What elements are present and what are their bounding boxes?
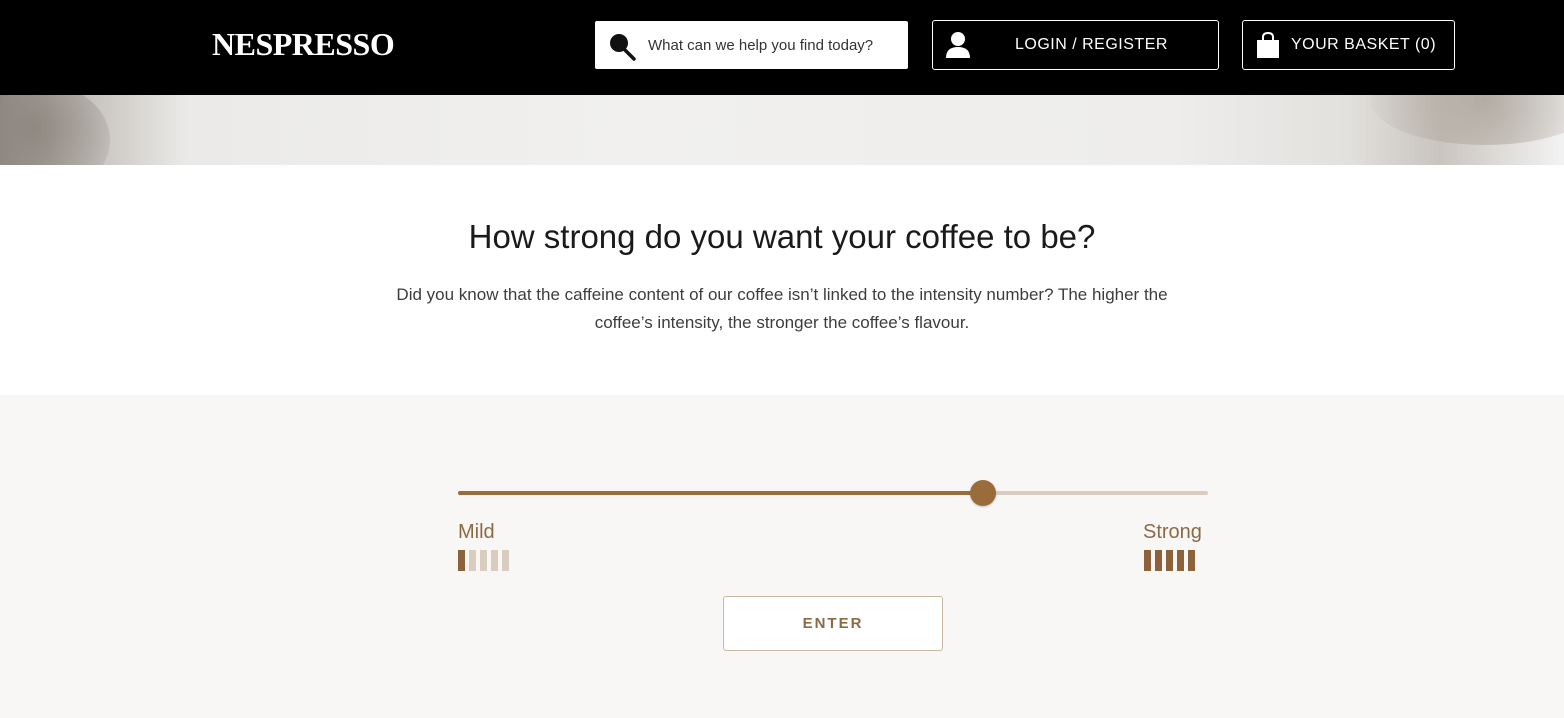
intensity-bar: [469, 550, 476, 571]
slider-handle[interactable]: [970, 480, 996, 506]
mild-intensity-bars: [458, 550, 509, 571]
intensity-bar: [1166, 550, 1173, 571]
enter-button[interactable]: ENTER: [723, 596, 943, 651]
strong-intensity-bars: [1144, 550, 1195, 571]
hero-shape-left: [0, 95, 110, 165]
login-register-button[interactable]: LOGIN / REGISTER: [932, 20, 1219, 70]
mild-label: Mild: [458, 521, 495, 543]
intensity-bar: [1177, 550, 1184, 571]
page-title: How strong do you want your coffee to be…: [468, 218, 1096, 255]
search-icon: [610, 34, 636, 61]
hero-shape-right: [1370, 95, 1564, 145]
page-description: Did you know that the caffeine content o…: [396, 285, 1168, 332]
search-placeholder: What can we help you find today?: [648, 37, 874, 54]
intensity-bar: [1144, 550, 1151, 571]
intensity-bar: [1155, 550, 1162, 571]
site-header: NESPRESSO What can we help you find toda…: [0, 0, 1564, 95]
intensity-bar: [491, 550, 498, 571]
intensity-bar: [1188, 550, 1195, 571]
basket-button[interactable]: YOUR BASKET (0): [1242, 20, 1455, 70]
strong-label: Strong: [1143, 521, 1202, 543]
basket-label: YOUR BASKET (0): [1291, 36, 1437, 53]
login-register-label: LOGIN / REGISTER: [1015, 36, 1168, 53]
intensity-slider[interactable]: [458, 480, 1208, 506]
intensity-bar: [480, 550, 487, 571]
intensity-bar: [502, 550, 509, 571]
shopping-bag-icon: [1257, 32, 1279, 58]
intensity-bar: [458, 550, 465, 571]
search-input[interactable]: What can we help you find today?: [595, 21, 908, 69]
user-icon: [946, 32, 970, 58]
hero-banner-image: [0, 95, 1564, 165]
slider-fill: [458, 491, 983, 495]
nespresso-logo[interactable]: NESPRESSO: [212, 26, 395, 63]
intro-section: [0, 165, 1564, 395]
enter-button-label: ENTER: [802, 615, 864, 632]
